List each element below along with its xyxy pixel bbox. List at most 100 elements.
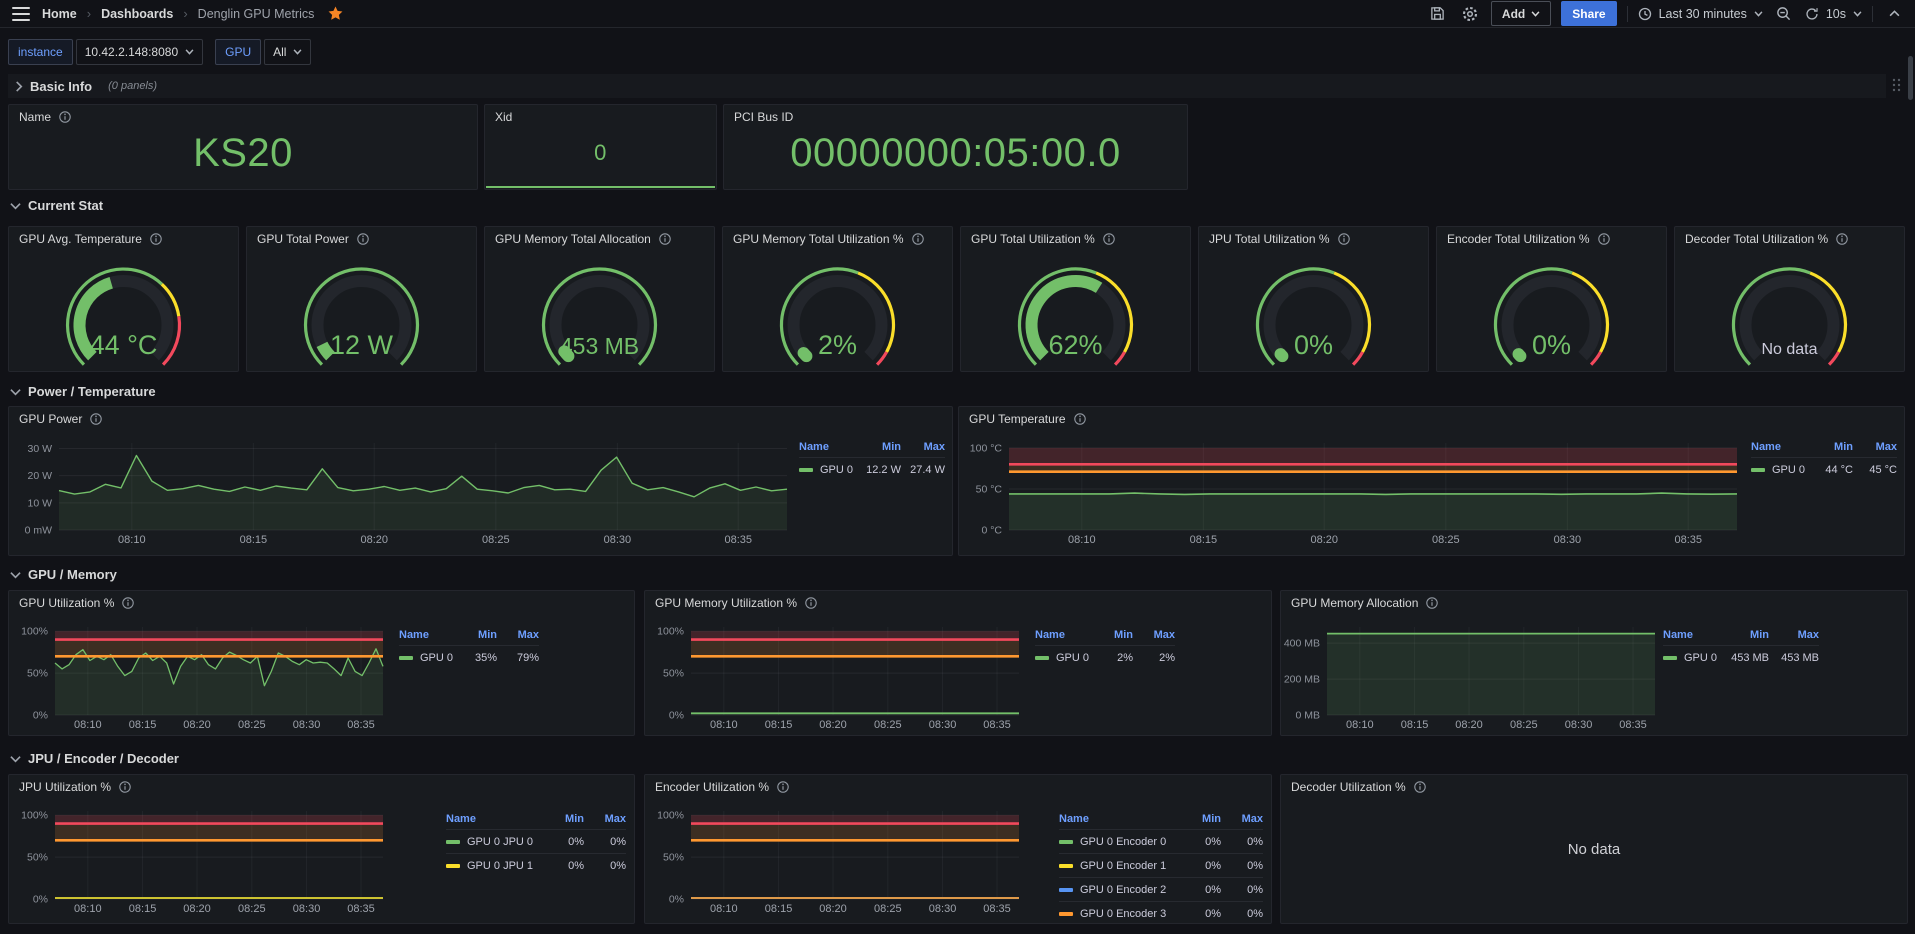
legend-series-name[interactable]: GPU 0: [1751, 464, 1809, 476]
panel-title-text: GPU Memory Total Allocation: [495, 232, 651, 246]
legend-series-name[interactable]: GPU 0: [799, 464, 857, 476]
collapse-navbar-chevron-up-icon[interactable]: [1883, 3, 1905, 25]
section-current-stat[interactable]: Current Stat: [10, 198, 103, 213]
time-range-picker[interactable]: Last 30 minutes: [1638, 7, 1763, 21]
breadcrumb-separator: ›: [87, 6, 91, 21]
legend-series-name[interactable]: GPU 0 JPU 0: [446, 836, 542, 848]
info-icon[interactable]: [150, 233, 162, 245]
legend-series-name[interactable]: GPU 0 JPU 1: [446, 860, 542, 872]
panel-title[interactable]: GPU Power: [19, 412, 102, 426]
info-icon[interactable]: [805, 597, 817, 609]
svg-text:08:30: 08:30: [1554, 534, 1582, 546]
panel-title[interactable]: Name: [19, 110, 71, 124]
info-icon[interactable]: [1426, 597, 1438, 609]
panel-title[interactable]: GPU Total Utilization %: [971, 232, 1115, 246]
zoom-out-time-icon[interactable]: [1773, 3, 1795, 25]
panel-title[interactable]: GPU Avg. Temperature: [19, 232, 162, 246]
time-series-chart[interactable]: 08:1008:1508:2008:2508:3008:3530 W20 W10…: [9, 407, 952, 555]
svg-text:453 MB: 453 MB: [560, 333, 639, 359]
legend-series-name[interactable]: GPU 0: [1035, 652, 1091, 664]
legend-header: NameMinMax: [1663, 625, 1819, 645]
dashboard-variables: instance 10.42.2.148:8080 GPU All: [8, 39, 311, 65]
panel-title[interactable]: GPU Total Power: [257, 232, 369, 246]
row-basic-info[interactable]: Basic Info (0 panels): [8, 74, 1886, 98]
panel-title[interactable]: GPU Temperature: [969, 412, 1086, 426]
panel-title[interactable]: Encoder Total Utilization %: [1447, 232, 1610, 246]
dashboard-settings-gear-icon[interactable]: [1459, 3, 1481, 25]
legend-series-name[interactable]: GPU 0: [399, 652, 455, 664]
info-icon[interactable]: [912, 233, 924, 245]
breadcrumb-dashboards[interactable]: Dashboards: [101, 7, 173, 21]
svg-text:30 W: 30 W: [27, 443, 52, 455]
panel-title[interactable]: JPU Utilization %: [19, 780, 131, 794]
chart-legend: NameMinMaxGPU 012.2 W27.4 W: [799, 437, 945, 481]
info-icon[interactable]: [1074, 413, 1086, 425]
svg-text:08:20: 08:20: [1310, 534, 1338, 546]
svg-text:08:15: 08:15: [1190, 534, 1218, 546]
panel-title[interactable]: GPU Memory Total Allocation: [495, 232, 671, 246]
legend-series-name[interactable]: GPU 0: [1663, 652, 1719, 664]
refresh-picker[interactable]: 10s: [1805, 7, 1862, 21]
info-icon[interactable]: [119, 781, 131, 793]
svg-text:08:25: 08:25: [1432, 534, 1460, 546]
legend-series-name[interactable]: GPU 0 Encoder 3: [1059, 908, 1179, 920]
legend-min-value: 0%: [1179, 884, 1221, 896]
info-icon[interactable]: [659, 233, 671, 245]
info-icon[interactable]: [1836, 233, 1848, 245]
legend-header-name: Name: [1059, 813, 1179, 825]
info-icon[interactable]: [357, 233, 369, 245]
panel-title[interactable]: GPU Memory Allocation: [1291, 596, 1438, 610]
svg-text:08:15: 08:15: [765, 719, 793, 731]
svg-text:08:15: 08:15: [1401, 719, 1429, 731]
panel-title[interactable]: Encoder Utilization %: [655, 780, 789, 794]
legend-max-value: 2%: [1133, 652, 1175, 664]
legend-row: GPU 044 °C45 °C: [1751, 457, 1897, 481]
nav-divider: [1872, 6, 1873, 22]
panel-title[interactable]: GPU Memory Total Utilization %: [733, 232, 924, 246]
panel-title[interactable]: GPU Utilization %: [19, 596, 134, 610]
time-series-chart[interactable]: 08:1008:1508:2008:2508:3008:35100%50%0%: [9, 591, 634, 735]
row-drag-handle[interactable]: [1892, 78, 1901, 92]
info-icon[interactable]: [1338, 233, 1350, 245]
save-dashboard-icon[interactable]: [1427, 3, 1449, 25]
share-button[interactable]: Share: [1561, 1, 1616, 26]
info-icon[interactable]: [59, 111, 71, 123]
svg-text:08:30: 08:30: [293, 903, 321, 915]
info-icon[interactable]: [122, 597, 134, 609]
section-gpu-memory[interactable]: GPU / Memory: [10, 567, 117, 582]
breadcrumb-current-dashboard[interactable]: Denglin GPU Metrics: [198, 7, 315, 21]
menu-toggle-button[interactable]: [10, 3, 32, 25]
legend-series-name[interactable]: GPU 0 Encoder 0: [1059, 836, 1179, 848]
panel-title[interactable]: Decoder Utilization %: [1291, 780, 1426, 794]
svg-text:20 W: 20 W: [27, 470, 52, 482]
legend-row: GPU 0 JPU 00%0%: [446, 829, 626, 853]
add-panel-button[interactable]: Add: [1491, 1, 1551, 26]
legend-series-name[interactable]: GPU 0 Encoder 2: [1059, 884, 1179, 896]
panel-title[interactable]: GPU Memory Utilization %: [655, 596, 817, 610]
svg-text:0%: 0%: [669, 894, 684, 906]
breadcrumb-home[interactable]: Home: [42, 7, 77, 21]
section-jpu-encoder-decoder[interactable]: JPU / Encoder / Decoder: [10, 751, 179, 766]
legend-header: NameMinMax: [1751, 437, 1897, 457]
vertical-scrollbar-thumb[interactable]: [1908, 56, 1913, 100]
info-icon[interactable]: [1414, 781, 1426, 793]
info-icon[interactable]: [1598, 233, 1610, 245]
info-icon[interactable]: [777, 781, 789, 793]
panel-title[interactable]: Xid: [495, 110, 512, 124]
series-color-swatch: [799, 468, 813, 472]
svg-text:08:30: 08:30: [293, 719, 321, 731]
gpu-variable-select[interactable]: All: [264, 39, 311, 65]
time-series-chart[interactable]: 08:1008:1508:2008:2508:3008:35100%50%0%: [645, 591, 1271, 735]
info-icon[interactable]: [90, 413, 102, 425]
panel-title[interactable]: Decoder Total Utilization %: [1685, 232, 1848, 246]
instance-variable-select[interactable]: 10.42.2.148:8080: [76, 39, 203, 65]
section-power-temperature[interactable]: Power / Temperature: [10, 384, 156, 399]
time-series-chart[interactable]: 08:1008:1508:2008:2508:3008:35100 °C50 °…: [959, 407, 1904, 555]
legend-series-name[interactable]: GPU 0 Encoder 1: [1059, 860, 1179, 872]
panel-gauge-3: GPU Memory Total Utilization %2%: [722, 226, 953, 372]
panel-title[interactable]: JPU Total Utilization %: [1209, 232, 1350, 246]
panel-title[interactable]: PCI Bus ID: [734, 110, 793, 124]
info-icon[interactable]: [1103, 233, 1115, 245]
favorite-star-icon[interactable]: [324, 3, 346, 25]
legend-min-value: 453 MB: [1719, 652, 1769, 664]
